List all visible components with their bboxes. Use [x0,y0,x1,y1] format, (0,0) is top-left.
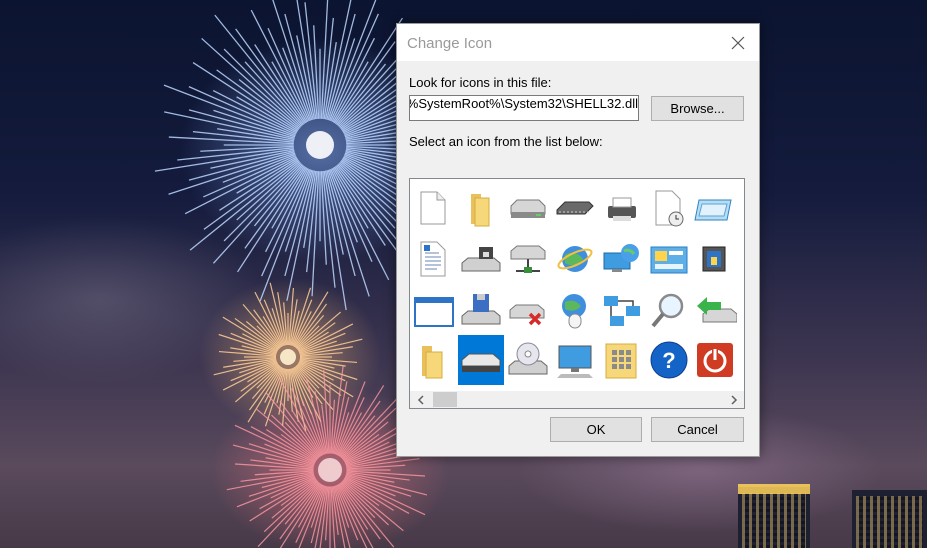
computer-tower-icon [702,246,726,272]
drive-with-lock-icon [461,247,501,272]
icon-cell[interactable] [458,335,504,385]
icon-cell[interactable] [458,285,504,335]
icon-cell[interactable] [646,285,692,335]
removable-drive-icon [461,353,501,372]
disconnected-drive-icon [509,304,545,326]
icon-cell[interactable] [411,285,457,335]
ok-button[interactable]: OK [550,417,642,442]
cd-drive-icon [508,342,548,375]
dialog-content: Look for icons in this file: %SystemRoot… [397,61,759,456]
icon-cell[interactable] [458,183,504,233]
chevron-left-icon [417,394,424,405]
icon-cell[interactable] [552,234,598,284]
svg-text:?: ? [662,348,675,373]
text-document-icon [420,241,446,277]
look-for-label: Look for icons in this file: [409,75,552,90]
icon-cell[interactable] [411,234,457,284]
close-icon [731,36,745,50]
grid-folder-icon [605,343,637,379]
document-clock-icon [655,190,684,227]
internet-globe-icon [557,246,593,272]
icon-cell[interactable] [692,335,738,385]
icon-cell[interactable] [411,183,457,233]
icon-cell[interactable] [458,234,504,284]
scroll-left-button[interactable] [412,391,429,408]
blank-document-icon [420,191,446,225]
building-left [738,487,810,548]
icon-cell[interactable] [552,183,598,233]
icon-cell[interactable] [599,335,645,385]
icon-cell[interactable] [552,335,598,385]
building-right [852,490,927,548]
icon-cell[interactable] [505,234,551,284]
green-arrow-drive-icon [697,297,737,323]
memory-chip-icon [556,201,594,215]
scrollbar-thumb[interactable] [433,392,457,407]
icon-list[interactable]: ? [409,178,745,409]
icon-cell[interactable] [411,335,457,385]
select-icon-label: Select an icon from the list below: [409,134,603,149]
file-path-input[interactable]: %SystemRoot%\System32\SHELL32.dll [409,95,639,121]
icon-cell[interactable] [646,183,692,233]
help-icon: ? [650,341,688,379]
power-icon [697,343,733,377]
browse-button[interactable]: Browse... [651,96,744,121]
icon-cell[interactable]: ? [646,335,692,385]
cancel-button[interactable]: Cancel [651,417,744,442]
control-panel-icon [650,246,688,274]
icon-cell[interactable] [505,183,551,233]
magnifier-icon [651,293,684,328]
icon-cell[interactable] [599,234,645,284]
network-computer-icon [603,244,639,272]
building-glow [738,484,810,494]
icon-cell[interactable] [599,285,645,335]
folder-icon [471,194,490,227]
dialog-title: Change Icon [407,35,493,52]
hard-drive-icon [510,199,546,218]
desktop-computer-icon [557,345,593,378]
network-globe-mouse-icon [562,294,586,329]
network-connections-icon [604,296,640,326]
window-frame-icon [694,199,732,221]
icon-cell[interactable] [552,285,598,335]
change-icon-dialog: Change Icon Look for icons in this file:… [396,23,760,457]
scroll-right-button[interactable] [725,391,742,408]
icon-cell[interactable] [692,183,738,233]
icon-cell[interactable] [505,335,551,385]
network-drive-icon [510,245,546,273]
icon-cell[interactable] [692,285,738,335]
printer-icon [608,197,636,221]
application-window-icon [414,297,454,327]
icon-cell[interactable] [599,183,645,233]
folder-open-icon [422,346,443,379]
icon-cell[interactable] [692,234,738,284]
icon-cell[interactable] [646,234,692,284]
icon-cell[interactable] [505,285,551,335]
close-button[interactable] [723,29,753,57]
horizontal-scrollbar[interactable] [410,391,744,408]
floppy-drive-icon [461,294,501,325]
chevron-right-icon [730,394,737,405]
